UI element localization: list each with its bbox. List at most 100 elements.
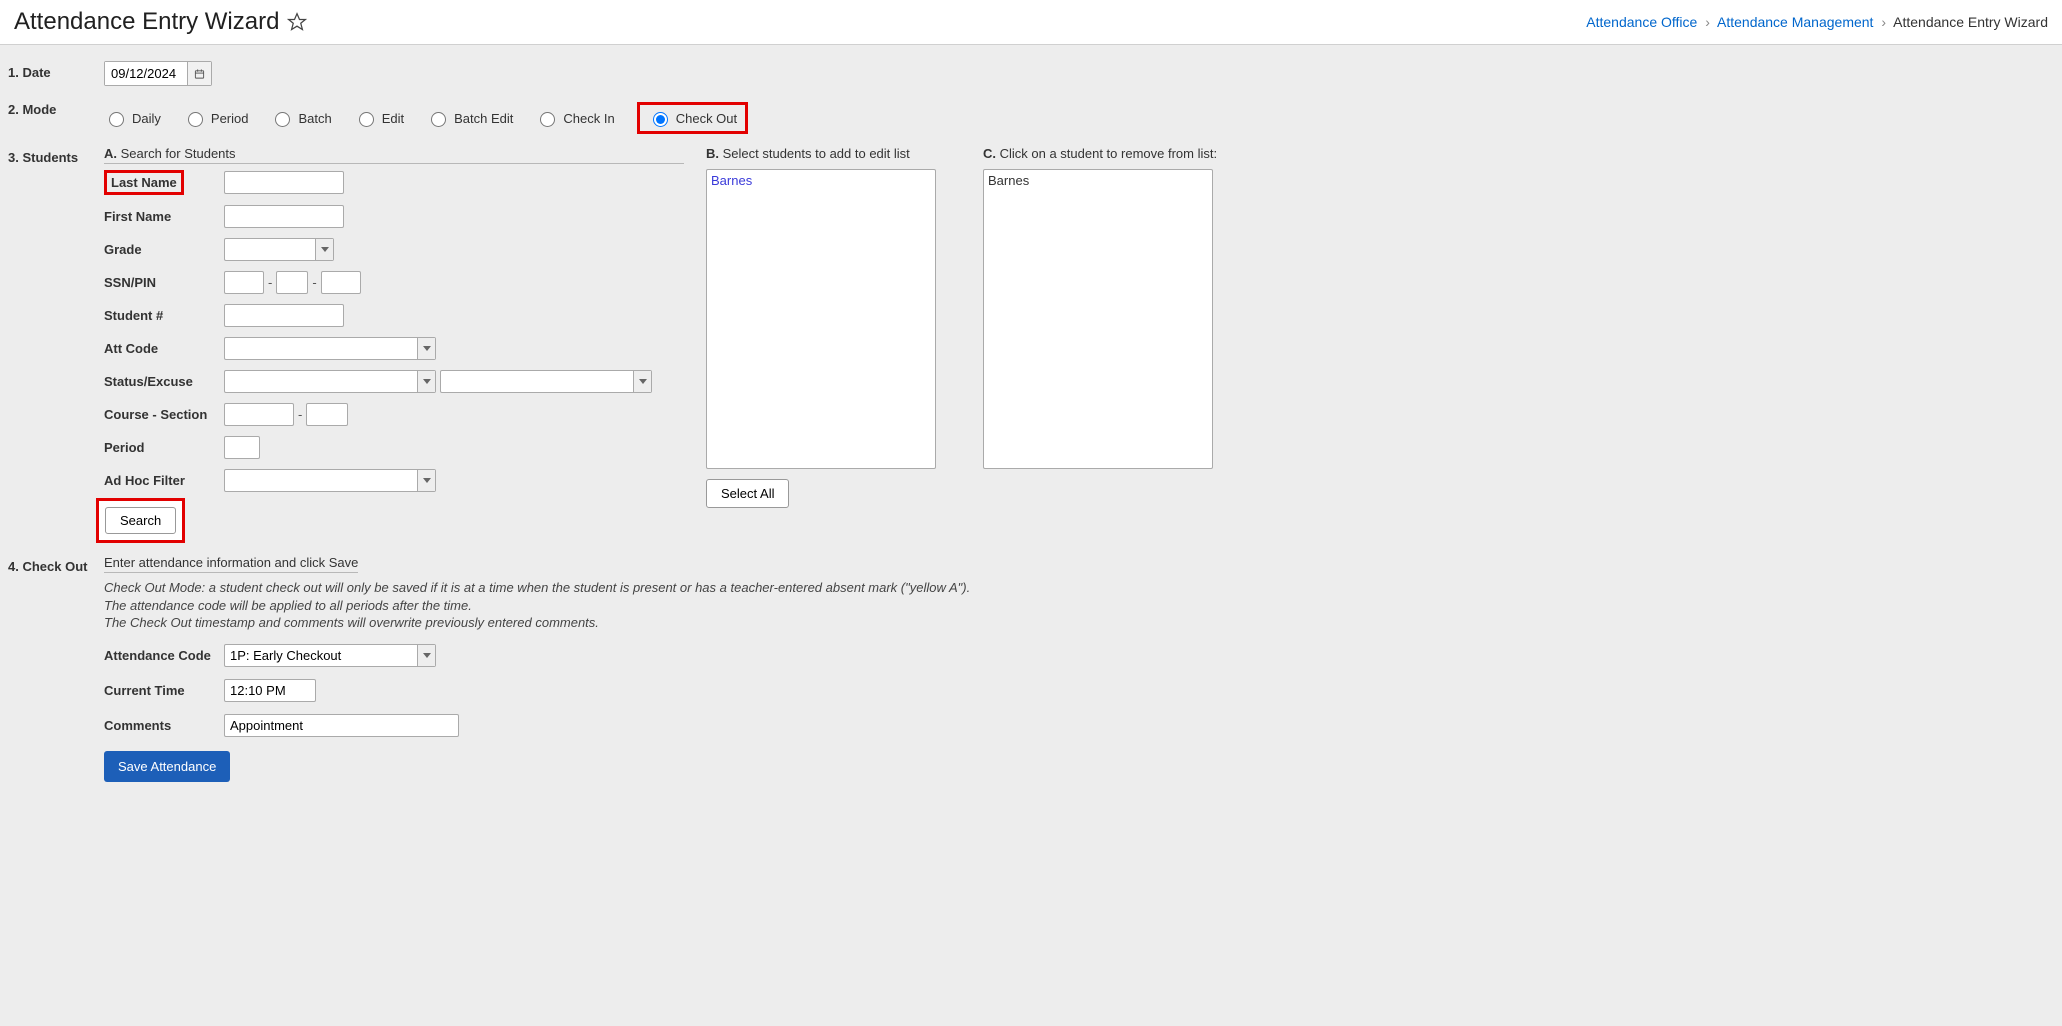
mode-batch-radio[interactable] (275, 112, 290, 127)
mode-check-out[interactable]: Check Out (648, 109, 737, 127)
excuse-select[interactable] (440, 370, 652, 393)
period-input[interactable] (224, 436, 260, 459)
checkout-note: Check Out Mode: a student check out will… (104, 579, 2058, 632)
grade-select[interactable] (224, 238, 334, 261)
excuse-select-value[interactable] (441, 371, 633, 392)
label-period: Period (104, 440, 224, 455)
mode-check-out-label: Check Out (676, 111, 737, 126)
checkout-note-line2: The attendance code will be applied to a… (104, 597, 2058, 615)
chevron-down-icon[interactable] (417, 338, 435, 359)
mode-period-radio[interactable] (188, 112, 203, 127)
mode-daily[interactable]: Daily (104, 109, 161, 127)
label-co-current-time: Current Time (104, 683, 224, 698)
status-select[interactable] (224, 370, 436, 393)
co-att-code-select[interactable] (224, 644, 436, 667)
save-attendance-button[interactable]: Save Attendance (104, 751, 230, 782)
breadcrumb: Attendance Office › Attendance Managemen… (1586, 14, 2048, 30)
att-code-select-value[interactable] (225, 338, 417, 359)
dash-separator: - (268, 275, 272, 290)
label-course-section: Course - Section (104, 407, 224, 422)
students-a-heading: A. Search for Students (104, 146, 684, 164)
checkout-hint: Enter attendance information and click S… (104, 555, 358, 573)
mode-check-in-radio[interactable] (540, 112, 555, 127)
search-results-listbox[interactable]: Barnes (706, 169, 936, 469)
search-button-highlight: Search (96, 498, 185, 543)
section-input[interactable] (306, 403, 348, 426)
section-label-students: 3. Students (4, 146, 104, 165)
status-select-value[interactable] (225, 371, 417, 392)
first-name-input[interactable] (224, 205, 344, 228)
breadcrumb-attendance-management[interactable]: Attendance Management (1717, 14, 1873, 30)
date-picker-button[interactable] (187, 62, 211, 85)
section-label-checkout: 4. Check Out (4, 555, 104, 574)
label-last-name: Last Name (104, 170, 184, 195)
dash-separator: - (312, 275, 316, 290)
mode-check-in-label: Check In (563, 111, 614, 126)
ad-hoc-select-value[interactable] (225, 470, 417, 491)
date-field[interactable] (104, 61, 212, 86)
mode-batch-edit[interactable]: Batch Edit (426, 109, 513, 127)
chevron-down-icon[interactable] (417, 371, 435, 392)
chevron-down-icon[interactable] (315, 239, 333, 260)
ssn-part2-input[interactable] (276, 271, 308, 294)
mode-edit[interactable]: Edit (354, 109, 404, 127)
label-co-att-code: Attendance Code (104, 648, 224, 663)
chevron-right-icon: › (1881, 14, 1886, 30)
dash-separator: - (298, 407, 302, 422)
section-label-mode: 2. Mode (4, 98, 104, 117)
comments-input[interactable] (224, 714, 459, 737)
mode-check-in[interactable]: Check In (535, 109, 614, 127)
ssn-part3-input[interactable] (321, 271, 361, 294)
label-co-comments: Comments (104, 718, 224, 733)
students-b-prefix: B. (706, 146, 719, 161)
header-bar: Attendance Entry Wizard Attendance Offic… (0, 0, 2062, 45)
mode-daily-radio[interactable] (109, 112, 124, 127)
label-att-code: Att Code (104, 341, 224, 356)
last-name-input[interactable] (224, 171, 344, 194)
students-c-prefix: C. (983, 146, 996, 161)
att-code-select[interactable] (224, 337, 436, 360)
mode-period[interactable]: Period (183, 109, 249, 127)
students-c-text: Click on a student to remove from list: (996, 146, 1217, 161)
current-time-input[interactable] (224, 679, 316, 702)
grade-select-value[interactable] (225, 239, 315, 260)
chevron-down-icon[interactable] (417, 470, 435, 491)
section-label-date: 1. Date (4, 61, 104, 80)
label-ad-hoc: Ad Hoc Filter (104, 473, 224, 488)
students-b-text: Select students to add to edit list (719, 146, 910, 161)
student-no-input[interactable] (224, 304, 344, 327)
co-att-code-value[interactable] (225, 645, 417, 666)
students-c-heading: C. Click on a student to remove from lis… (983, 146, 1238, 163)
checkout-note-line3: The Check Out timestamp and comments wil… (104, 614, 2058, 632)
page-title: Attendance Entry Wizard (14, 8, 307, 36)
mode-edit-label: Edit (382, 111, 404, 126)
label-status-excuse: Status/Excuse (104, 374, 224, 389)
label-student-no: Student # (104, 308, 224, 323)
calendar-icon (194, 67, 205, 81)
breadcrumb-current: Attendance Entry Wizard (1893, 14, 2048, 30)
chevron-down-icon[interactable] (417, 645, 435, 666)
mode-check-out-radio[interactable] (653, 112, 668, 127)
mode-daily-label: Daily (132, 111, 161, 126)
label-first-name: First Name (104, 209, 224, 224)
ad-hoc-select[interactable] (224, 469, 436, 492)
mode-batch-label: Batch (298, 111, 331, 126)
mode-batch[interactable]: Batch (270, 109, 331, 127)
students-a-prefix: A. (104, 146, 117, 161)
mode-batch-edit-radio[interactable] (431, 112, 446, 127)
students-a-text: Search for Students (117, 146, 236, 161)
chevron-down-icon[interactable] (633, 371, 651, 392)
edit-list-listbox[interactable]: Barnes (983, 169, 1213, 469)
favorite-star-icon[interactable] (287, 12, 307, 32)
date-input[interactable] (105, 62, 187, 85)
search-button[interactable]: Search (105, 507, 176, 534)
ssn-part1-input[interactable] (224, 271, 264, 294)
course-input[interactable] (224, 403, 294, 426)
select-all-button[interactable]: Select All (706, 479, 789, 508)
chevron-right-icon: › (1705, 14, 1710, 30)
breadcrumb-attendance-office[interactable]: Attendance Office (1586, 14, 1697, 30)
label-grade: Grade (104, 242, 224, 257)
mode-edit-radio[interactable] (359, 112, 374, 127)
list-item[interactable]: Barnes (711, 172, 931, 189)
list-item[interactable]: Barnes (988, 172, 1208, 189)
